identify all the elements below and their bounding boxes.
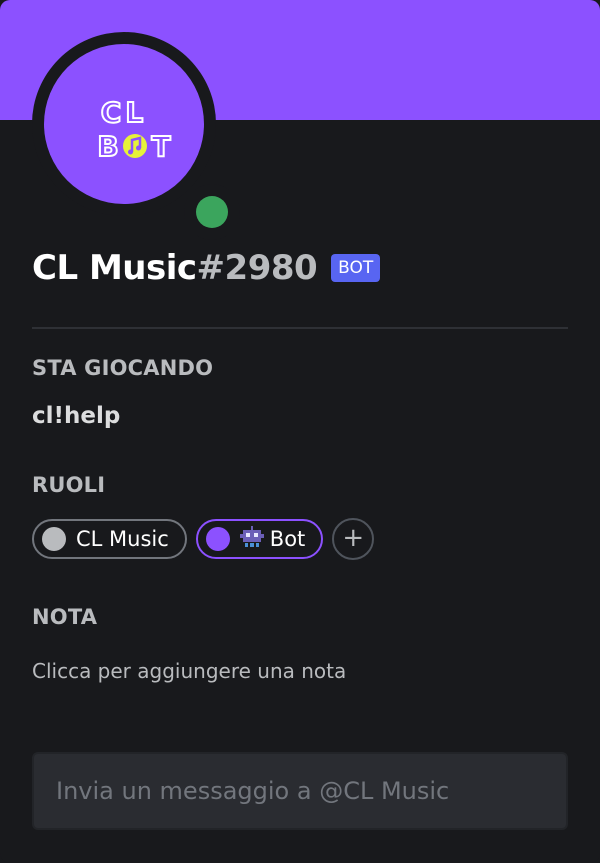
name-row: CL Music #2980 BOT — [32, 248, 381, 288]
message-input[interactable] — [32, 752, 568, 830]
profile-card: CL B T CL Music #2980 BOT STA GIOCANDO c… — [0, 0, 600, 863]
divider — [32, 327, 568, 329]
role-color-dot[interactable] — [42, 527, 66, 551]
roles-title: RUOLI — [32, 473, 106, 497]
avatar-logo: CL B T — [96, 95, 171, 164]
role-label: CL Music — [76, 527, 169, 551]
add-role-button[interactable]: + — [332, 518, 375, 560]
username[interactable]: CL Music — [32, 248, 197, 288]
note-field[interactable]: Clicca per aggiungere una nota — [32, 659, 346, 683]
music-note-circle — [123, 134, 147, 158]
discriminator[interactable]: #2980 — [197, 248, 318, 288]
bot-badge: BOT — [331, 254, 381, 282]
avatar-text-t: T — [151, 130, 170, 163]
avatar-text-top: CL — [101, 96, 147, 129]
role-color-dot[interactable] — [205, 527, 230, 551]
activity-name: cl!help — [32, 403, 121, 429]
note-title: NOTA — [32, 605, 98, 629]
online-status-icon — [196, 196, 228, 228]
avatar-container[interactable]: CL B T — [32, 32, 240, 240]
robot-icon — [239, 525, 264, 553]
avatar-text-b: B — [97, 130, 118, 163]
roles-list: CL Music Bot + — [32, 518, 375, 560]
role-label: Bot — [269, 527, 306, 551]
avatar[interactable]: CL B T — [44, 44, 204, 204]
role-bot[interactable]: Bot — [195, 519, 324, 559]
status-indicator — [184, 184, 240, 240]
role-cl-music[interactable]: CL Music — [32, 519, 187, 559]
activity-title: STA GIOCANDO — [32, 356, 214, 380]
